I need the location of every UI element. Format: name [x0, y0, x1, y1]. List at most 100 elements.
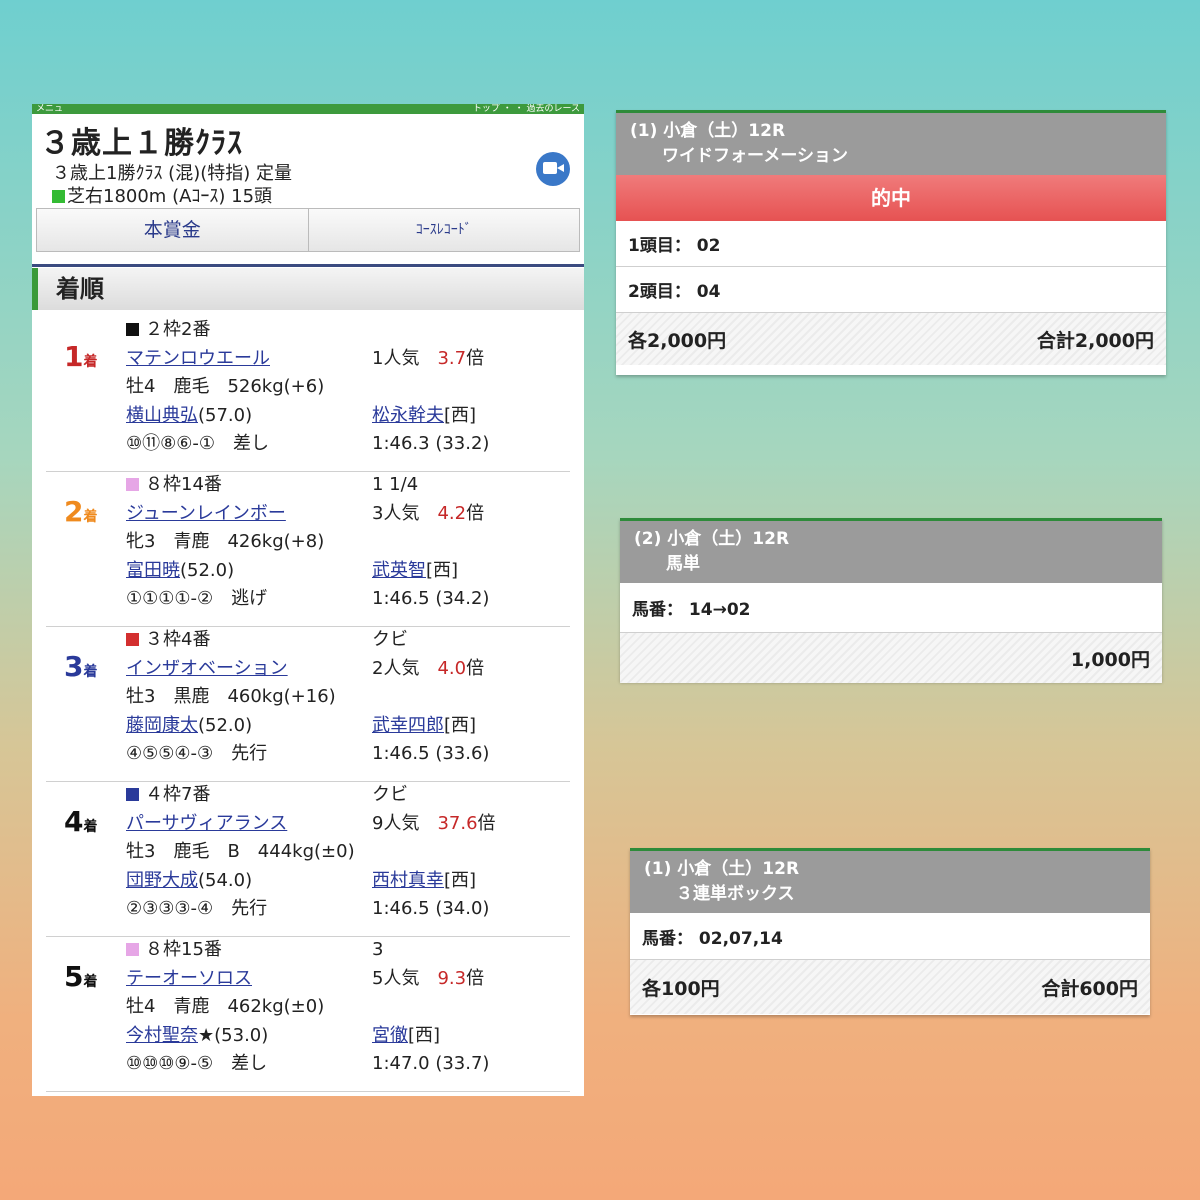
- jockey-weight: (52.0): [180, 559, 235, 581]
- bet-amount-row: 1,000円: [620, 633, 1162, 683]
- horse-details: 牡3 黒鹿 460kg(+16): [126, 686, 336, 707]
- trainer-region: [西]: [444, 869, 477, 891]
- frame-number: ８枠15番: [145, 939, 222, 960]
- video-camera-icon[interactable]: [536, 152, 570, 186]
- finish-order-heading: 着順: [32, 268, 584, 310]
- horse-details: 牝3 青鹿 426kg(+8): [126, 531, 325, 552]
- top-nav-strip: メニュ トップ ・ ・ 過去のレース: [32, 104, 584, 114]
- bet-race: (1) 小倉（土）12R: [630, 121, 786, 141]
- odds-unit: 倍: [466, 967, 485, 989]
- result-entry: 1着 ２枠2番 マテンロウエール 牡4 鹿毛 526kg(+6) 横山典弘(57…: [46, 316, 570, 472]
- finish-rank: 2着: [64, 495, 98, 528]
- finish-rank: 5着: [64, 960, 98, 993]
- prize-money-button[interactable]: 本賞金: [37, 209, 308, 251]
- trainer-link[interactable]: 武幸四郎: [372, 715, 444, 736]
- margin: 1 1/4: [372, 474, 419, 495]
- course-record-button[interactable]: ｺｰｽﾚｺｰﾄﾞ: [307, 209, 580, 251]
- odds: 4.2: [437, 502, 467, 524]
- bet-type: ワイドフォーメーション: [662, 146, 848, 166]
- frame-color-icon: [126, 943, 139, 956]
- trainer-link[interactable]: 西村真幸: [372, 870, 444, 891]
- margin: クビ: [372, 629, 408, 650]
- bet-ticket-exacta: (2) 小倉（土）12R 馬単 馬番： 14→02 1,000円: [620, 518, 1162, 683]
- result-entry: 4着 ４枠7番 パーサヴィアランス 牡3 鹿毛 B 444kg(±0) 団野大成…: [46, 781, 570, 937]
- odds-unit: 倍: [466, 347, 485, 369]
- margin: クビ: [372, 784, 408, 805]
- odds: 4.0: [437, 657, 467, 679]
- finish-time: 1:47.0 (33.7): [372, 1053, 490, 1074]
- result-entry: 2着 ８枠14番 ジューンレインボー 牝3 青鹿 426kg(+8) 富田暁(5…: [46, 471, 570, 627]
- bet-amount-row: 各100円 合計600円: [630, 960, 1150, 1014]
- odds: 9.3: [437, 967, 467, 989]
- bet-race: (2) 小倉（土）12R: [634, 529, 790, 549]
- trainer-link[interactable]: 宮徹: [372, 1025, 408, 1046]
- jockey-weight: (57.0): [198, 404, 253, 426]
- jockey-weight: (52.0): [198, 714, 253, 736]
- jockey-link[interactable]: 藤岡康太: [126, 715, 198, 736]
- turf-icon: [52, 190, 65, 203]
- passing-order: ⑩⑪⑧⑥-① 差し: [126, 433, 270, 454]
- info-tabs: 本賞金 ｺｰｽﾚｺｰﾄﾞ: [36, 208, 580, 252]
- frame-color-icon: [126, 633, 139, 646]
- horse-name-link[interactable]: ジューンレインボー: [126, 503, 286, 524]
- horse-details: 牡3 鹿毛 B 444kg(±0): [126, 841, 355, 862]
- bet-total-amount: 合計2,000円: [1036, 329, 1154, 352]
- horse-name-link[interactable]: パーサヴィアランス: [126, 813, 287, 834]
- jockey-weight: (54.0): [198, 869, 253, 891]
- past-races-link[interactable]: トップ ・ ・ 過去のレース: [473, 104, 580, 114]
- finish-time: 1:46.5 (34.2): [372, 588, 490, 609]
- result-entry: 5着 ８枠15番 テーオーソロス 牡4 青鹿 462kg(±0) 今村聖奈★(5…: [46, 936, 570, 1092]
- margin: 3: [372, 939, 384, 960]
- divider: [32, 264, 584, 267]
- odds-unit: 倍: [477, 812, 496, 834]
- frame-number: ２枠2番: [145, 319, 211, 340]
- frame-number: ８枠14番: [145, 474, 222, 495]
- bet-ticket-wide: (1) 小倉（土）12R ワイドフォーメーション 的中 1頭目： 02 2頭目：…: [616, 110, 1166, 375]
- result-entry: 3着 ３枠4番 インザオベーション 牡3 黒鹿 460kg(+16) 藤岡康太(…: [46, 626, 570, 782]
- hit-banner: 的中: [616, 175, 1166, 221]
- popularity: 1人気: [372, 347, 420, 369]
- jockey-link[interactable]: 富田暁: [126, 560, 180, 581]
- bet-selection-row: 2頭目： 04: [616, 267, 1166, 313]
- bet-ticket-trifecta-box: (1) 小倉（土）12R ３連単ボックス 馬番： 02,07,14 各100円 …: [630, 848, 1150, 1015]
- popularity: 3人気: [372, 502, 420, 524]
- odds-unit: 倍: [466, 657, 485, 679]
- odds: 3.7: [437, 347, 467, 369]
- bet-total-amount: 合計600円: [1041, 977, 1138, 1000]
- bet-header: (1) 小倉（土）12R ワイドフォーメーション: [616, 113, 1166, 175]
- race-course-text: 芝右1800m (Aｺｰｽ) 15頭: [67, 186, 273, 207]
- odds: 37.6: [437, 812, 478, 834]
- bet-race: (1) 小倉（土）12R: [644, 859, 800, 879]
- trainer-region: [西]: [408, 1024, 441, 1046]
- jockey-link[interactable]: 横山典弘: [126, 405, 198, 426]
- finish-rank: 3着: [64, 650, 98, 683]
- horse-name-link[interactable]: テーオーソロス: [126, 968, 252, 989]
- jockey-link[interactable]: 今村聖奈: [126, 1025, 198, 1046]
- bet-header: (2) 小倉（土）12R 馬単: [620, 521, 1162, 583]
- bet-amount-row: 各2,000円 合計2,000円: [616, 313, 1166, 365]
- horse-name-link[interactable]: インザオベーション: [126, 658, 288, 679]
- frame-number: ４枠7番: [145, 784, 211, 805]
- trainer-link[interactable]: 武英智: [372, 560, 426, 581]
- race-course-info: 芝右1800m (Aｺｰｽ) 15頭: [32, 185, 584, 208]
- frame-color-icon: [126, 788, 139, 801]
- bet-type: ３連単ボックス: [676, 884, 795, 904]
- horse-name-link[interactable]: マテンロウエール: [126, 348, 270, 369]
- passing-order: ④⑤⑤④-③ 先行: [126, 743, 268, 764]
- race-conditions: ３歳上1勝ｸﾗｽ (混)(特指) 定量: [52, 163, 292, 184]
- passing-order: ②③③③-④ 先行: [126, 898, 268, 919]
- passing-order: ⑩⑩⑩⑨-⑤ 差し: [126, 1053, 268, 1074]
- race-title: ３歳上１勝ｸﾗｽ: [40, 126, 243, 161]
- horse-details: 牡4 青鹿 462kg(±0): [126, 996, 325, 1017]
- bet-each-amount: 各100円: [642, 977, 720, 1000]
- frame-number: ３枠4番: [145, 629, 211, 650]
- jockey-link[interactable]: 団野大成: [126, 870, 198, 891]
- popularity: 2人気: [372, 657, 420, 679]
- passing-order: ①①①①-② 逃げ: [126, 588, 268, 609]
- trainer-region: [西]: [444, 714, 477, 736]
- jockey-weight: ★(53.0): [198, 1024, 269, 1046]
- trainer-link[interactable]: 松永幹夫: [372, 405, 444, 426]
- finish-rank: 4着: [64, 805, 98, 838]
- menu-link[interactable]: メニュ: [36, 104, 63, 114]
- popularity: 9人気: [372, 812, 420, 834]
